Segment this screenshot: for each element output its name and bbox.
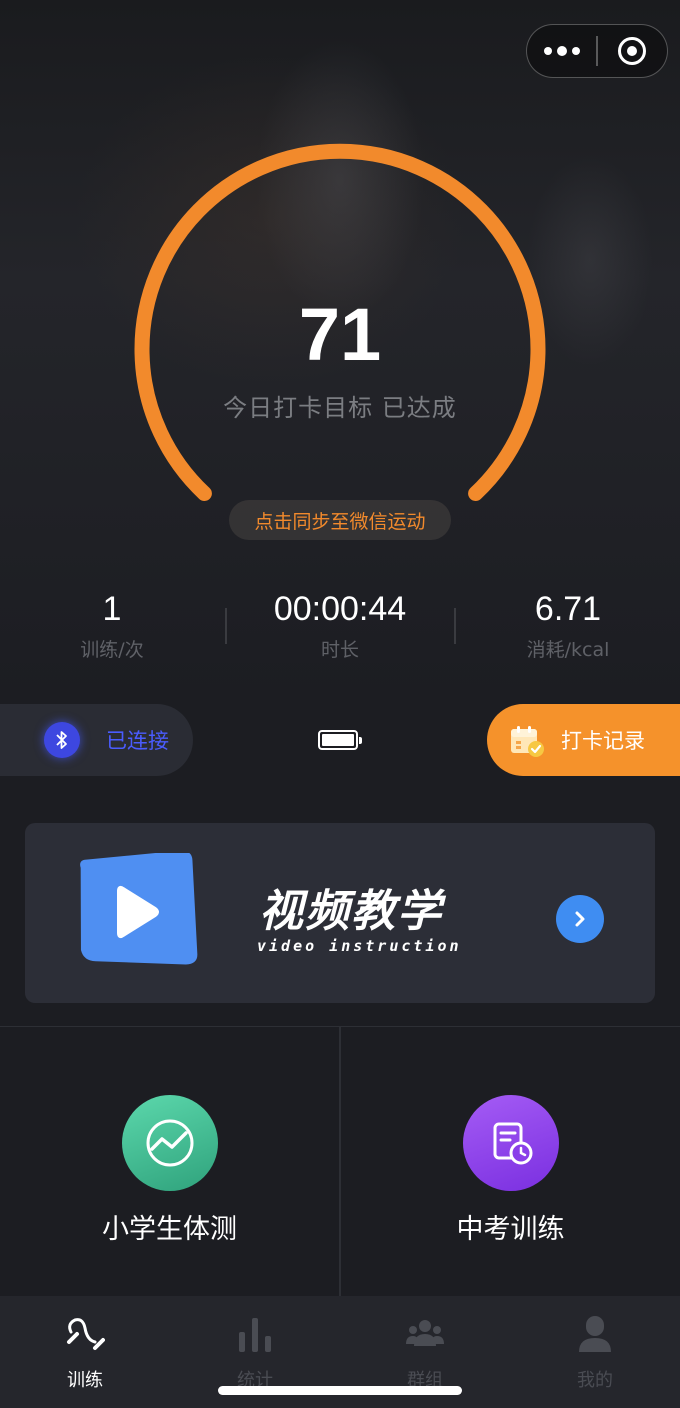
feature-grid: 小学生体测 中考训练 [0, 1026, 680, 1297]
checkin-label: 打卡记录 [561, 729, 645, 753]
bluetooth-label: 已连接 [106, 729, 169, 753]
chevron-right-icon[interactable] [556, 895, 604, 943]
tab-mine[interactable]: 我的 [510, 1296, 680, 1408]
bar-chart-icon [235, 1314, 275, 1354]
video-title: 视频教学 [259, 886, 443, 937]
stat-sessions: 1 训练/次 [12, 590, 212, 662]
tile-label: 小学生体测 [102, 1214, 237, 1245]
sync-wechat-button[interactable]: 点击同步至微信运动 [229, 500, 451, 540]
video-subtitle: video instruction [257, 937, 462, 955]
calendar-check-icon [509, 724, 544, 757]
stat-label: 训练/次 [80, 639, 144, 661]
stats-row: 1 训练/次 00:00:44 时长 6.71 消耗/kcal [0, 590, 680, 670]
tab-label: 训练 [67, 1370, 103, 1391]
document-clock-icon [463, 1095, 559, 1191]
stat-value: 6.71 [534, 590, 602, 628]
play-icon [75, 850, 199, 975]
progress-gauge [134, 143, 546, 501]
stat-divider [454, 608, 456, 644]
home-indicator [218, 1386, 462, 1395]
stat-value: 1 [102, 590, 122, 628]
stat-divider [225, 608, 227, 644]
tab-label: 我的 [577, 1370, 613, 1391]
stat-calories: 6.71 消耗/kcal [468, 590, 668, 662]
bluetooth-icon [44, 722, 80, 758]
bluetooth-status-button[interactable]: 已连接 [0, 704, 193, 776]
checkin-record-button[interactable]: 打卡记录 [487, 704, 680, 776]
jump-rope-icon [65, 1314, 105, 1354]
tile-label: 中考训练 [456, 1214, 565, 1245]
goal-status: 今日打卡目标 已达成 [223, 394, 457, 422]
user-icon [575, 1314, 615, 1354]
tile-exam-training[interactable]: 中考训练 [341, 1027, 680, 1297]
group-icon [405, 1314, 445, 1354]
tab-training[interactable]: 训练 [0, 1296, 170, 1408]
video-instruction-card[interactable]: 视频教学 video instruction [25, 823, 655, 1003]
battery-level [322, 734, 354, 746]
jump-count: 71 [298, 293, 382, 376]
trend-chart-icon [122, 1095, 218, 1191]
stat-duration: 00:00:44 时长 [238, 590, 442, 662]
stat-value: 00:00:44 [273, 590, 407, 628]
stat-label: 时长 [320, 639, 359, 661]
tile-primary-fitness-test[interactable]: 小学生体测 [0, 1027, 339, 1297]
battery-full-icon [318, 730, 362, 750]
stat-label: 消耗/kcal [526, 639, 610, 661]
